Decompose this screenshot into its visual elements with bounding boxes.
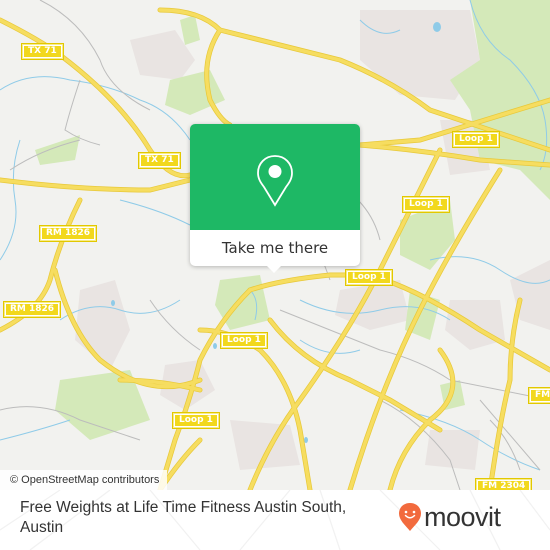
moovit-smile-pin-icon (399, 503, 421, 531)
place-name: Free Weights at Life Time Fitness Austin… (20, 499, 347, 536)
map-view[interactable]: TX 71 TX 71 RM 1826 RM 1826 Loop 1 Loop … (0, 0, 550, 490)
road-label-rm1826: RM 1826 (38, 225, 98, 242)
map-pin-icon (257, 155, 293, 207)
road-label-loop1: Loop 1 (345, 269, 393, 286)
road-label-fm: FM (527, 387, 550, 404)
popup-pointer (266, 265, 282, 273)
road-label-tx71: TX 71 (21, 43, 64, 60)
road-label-fm2304: FM 2304 (474, 478, 533, 490)
road-label-loop1: Loop 1 (402, 196, 450, 213)
road-label-loop1: Loop 1 (172, 412, 220, 429)
location-popup[interactable]: Take me there (190, 124, 360, 273)
footer-bar: Free Weights at Life Time Fitness Austin… (0, 490, 550, 550)
popup-header (190, 124, 360, 230)
road-label-loop1: Loop 1 (452, 131, 500, 148)
moovit-wordmark: moovit (424, 502, 501, 532)
map-attribution[interactable]: © OpenStreetMap contributors (0, 470, 168, 490)
road-label-loop1: Loop 1 (220, 332, 268, 349)
road-label-rm1826: RM 1826 (2, 301, 62, 318)
road-label-tx71: TX 71 (138, 152, 181, 169)
moovit-logo[interactable]: moovit (398, 502, 501, 532)
take-me-there-button[interactable]: Take me there (190, 230, 360, 266)
